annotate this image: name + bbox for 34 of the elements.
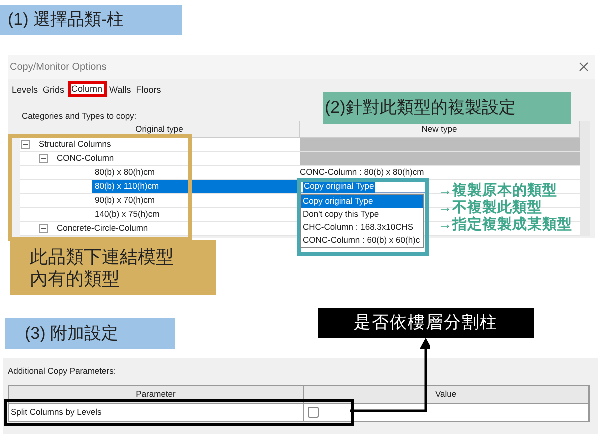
dropdown-option[interactable]: Copy original Type — [301, 195, 423, 208]
tree-item[interactable]: Concrete-Circle-Column — [54, 222, 152, 235]
dropdown-option[interactable]: CHC-Column : 168.3x10CHS — [301, 221, 423, 234]
step-label: (3) 附加設定 — [5, 318, 175, 349]
collapse-icon[interactable] — [39, 154, 48, 163]
callout-note: 此品類下連結模型內有的類型 — [10, 240, 216, 295]
close-icon[interactable] — [579, 62, 589, 72]
column-header: Original type — [20, 121, 300, 137]
tree-item[interactable]: 80(b) x 110(h)cm — [92, 180, 300, 193]
section-label: Additional Copy Parameters: — [8, 366, 118, 376]
column-header: Value — [304, 386, 589, 403]
scrollbar[interactable] — [580, 121, 590, 236]
tree-item[interactable]: Structural Columns — [36, 138, 114, 151]
window-title: Copy/Monitor Options — [10, 62, 107, 72]
section-label: Categories and Types to copy: — [22, 111, 137, 121]
tree-item[interactable]: 140(b) x 75(h)cm — [92, 208, 163, 221]
tree-item[interactable]: 90(b) x 70(h)cm — [92, 194, 158, 207]
option-note: →複製原本的類型 — [438, 183, 558, 200]
tree-item[interactable]: CONC-Column — [54, 152, 118, 165]
table-cell-text: CONC-Column : 80(b) x 80(h)cm — [300, 166, 426, 179]
collapse-icon[interactable] — [39, 224, 48, 233]
option-note: →指定複製成某類型 — [438, 217, 572, 234]
collapse-icon[interactable] — [21, 140, 30, 149]
dropdown-option[interactable]: CONC-Column : 60(b) x 60(h)c — [301, 234, 423, 247]
tree-item[interactable]: 80(b) x 80(h)cm — [92, 166, 158, 179]
callout-note: 是否依樓層分割柱 — [318, 308, 534, 338]
checkbox[interactable] — [308, 407, 319, 418]
table-cell: Split Columns by Levels — [9, 404, 304, 421]
tab[interactable]: Column — [68, 81, 107, 97]
column-header: Parameter — [9, 386, 304, 403]
callout-note: (2)針對此類型的複製設定 — [323, 92, 571, 124]
step-label: (1) 選擇品類-柱 — [0, 5, 182, 35]
dropdown-option[interactable]: Don't copy this Type — [301, 208, 423, 221]
option-note: →不複製此類型 — [438, 200, 544, 216]
